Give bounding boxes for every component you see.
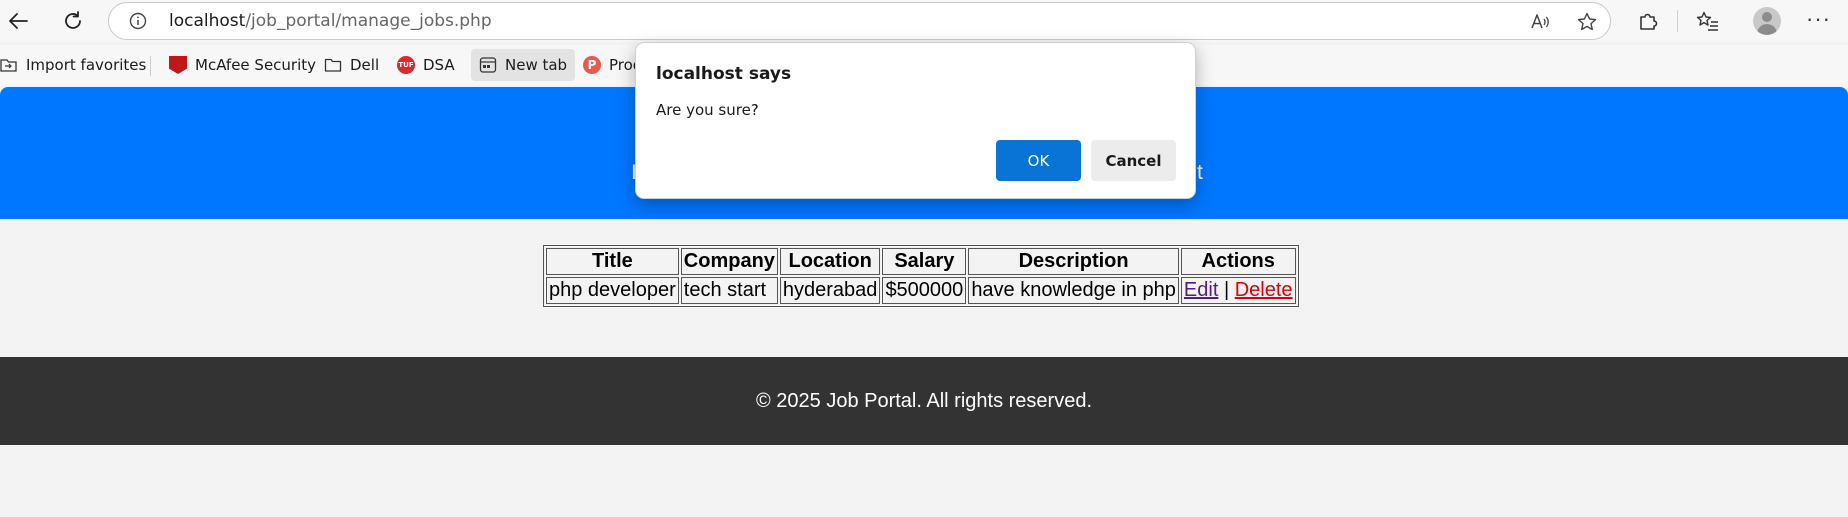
fav-prod[interactable]: P Prod bbox=[583, 49, 642, 81]
dialog-title: localhost says bbox=[656, 64, 792, 84]
ok-button[interactable]: OK bbox=[996, 140, 1081, 181]
url-text[interactable]: localhost/job_portal/manage_jobs.php bbox=[169, 11, 492, 31]
favorites-button[interactable] bbox=[1692, 5, 1724, 37]
col-header-actions: Actions bbox=[1180, 248, 1296, 275]
col-header-salary: Salary bbox=[882, 248, 967, 275]
fav-dsa[interactable]: TUF DSA bbox=[397, 49, 455, 81]
favorites-list-icon bbox=[1696, 11, 1718, 31]
confirm-dialog: localhost says Are you sure? OK Cancel bbox=[635, 42, 1196, 199]
col-header-company: Company bbox=[680, 248, 778, 275]
extensions-button[interactable] bbox=[1632, 5, 1664, 37]
edit-link[interactable]: Edit bbox=[1184, 279, 1218, 301]
browser-toolbar: localhost/job_portal/manage_jobs.php ··· bbox=[0, 0, 1848, 42]
col-header-title: Title bbox=[546, 248, 679, 275]
back-arrow-icon bbox=[9, 13, 28, 29]
mcafee-icon bbox=[169, 56, 187, 74]
cell-actions: Edit | Delete bbox=[1180, 277, 1296, 304]
profile-avatar[interactable] bbox=[1753, 7, 1781, 35]
fav-new-tab[interactable]: New tab bbox=[471, 49, 576, 81]
fav-label: McAfee Security bbox=[195, 56, 317, 74]
address-bar[interactable]: localhost/job_portal/manage_jobs.php bbox=[108, 2, 1611, 40]
cell-location: hyderabad bbox=[779, 277, 881, 304]
fav-label: New tab bbox=[505, 56, 568, 74]
folder-icon bbox=[324, 56, 342, 74]
footer-copyright: © 2025 Job Portal. All rights reserved. bbox=[755, 389, 1092, 412]
favorite-star-icon[interactable] bbox=[1576, 11, 1598, 33]
reload-icon bbox=[65, 11, 81, 29]
dialog-message: Are you sure? bbox=[656, 101, 759, 119]
more-menu-icon[interactable]: ··· bbox=[1806, 8, 1831, 30]
fav-label: Import favorites bbox=[26, 56, 147, 74]
import-icon bbox=[0, 56, 18, 74]
fav-dell[interactable]: Dell bbox=[324, 49, 379, 81]
fav-label: DSA bbox=[423, 56, 455, 74]
reload-button[interactable] bbox=[57, 5, 89, 37]
actions-separator: | bbox=[1223, 279, 1230, 301]
fav-label: Dell bbox=[350, 56, 380, 74]
fav-mcafee-security[interactable]: McAfee Security bbox=[169, 49, 316, 81]
favorites-divider bbox=[150, 56, 151, 76]
fav-import-favorites[interactable]: Import favorites bbox=[0, 49, 146, 81]
url-host: localhost bbox=[169, 11, 246, 31]
header-nav-fragment-right[interactable]: t bbox=[1197, 161, 1203, 185]
toolbar-divider bbox=[1677, 10, 1678, 32]
cell-salary: $500000 bbox=[882, 277, 967, 304]
col-header-location: Location bbox=[779, 248, 881, 275]
jobs-table-container: Title Company Location Salary Descriptio… bbox=[543, 245, 1299, 307]
newtab-icon bbox=[479, 56, 497, 74]
site-info-icon[interactable] bbox=[129, 12, 147, 30]
table-header-row: Title Company Location Salary Descriptio… bbox=[546, 248, 1296, 275]
read-aloud-icon[interactable] bbox=[1529, 11, 1551, 33]
url-path: /job_portal/manage_jobs.php bbox=[245, 11, 492, 31]
delete-link[interactable]: Delete bbox=[1235, 279, 1293, 301]
jobs-table: Title Company Location Salary Descriptio… bbox=[543, 245, 1299, 307]
p-icon: P bbox=[583, 56, 601, 74]
table-row: php developer tech start hyderabad $5000… bbox=[546, 277, 1296, 304]
col-header-description: Description bbox=[968, 248, 1179, 275]
puzzle-icon bbox=[1640, 13, 1658, 30]
cancel-button[interactable]: Cancel bbox=[1091, 140, 1176, 181]
cell-title: php developer bbox=[546, 277, 679, 304]
back-button[interactable] bbox=[2, 5, 34, 37]
tuf-icon: TUF bbox=[397, 56, 415, 74]
page-footer: © 2025 Job Portal. All rights reserved. bbox=[0, 357, 1848, 445]
cell-description: have knowledge in php bbox=[968, 277, 1179, 304]
cell-company: tech start bbox=[680, 277, 778, 304]
